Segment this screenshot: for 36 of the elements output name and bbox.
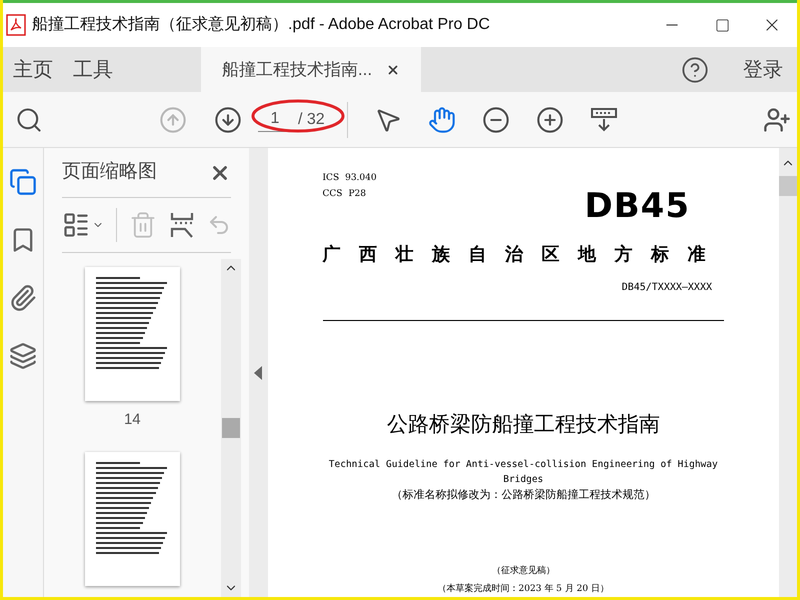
pages-icon[interactable] xyxy=(8,168,37,196)
tab-close-icon[interactable] xyxy=(386,62,400,76)
add-user-icon[interactable] xyxy=(763,106,791,134)
extract-page-icon[interactable] xyxy=(168,211,195,239)
ccs-code: P28 xyxy=(348,188,366,200)
scroll-thumb[interactable] xyxy=(222,418,240,438)
completion-date: （本草案完成时间：2023 年 5 月 20 日） xyxy=(436,582,610,596)
tab[interactable]: 工具 xyxy=(63,47,123,92)
ccs-label: CCS xyxy=(322,188,342,200)
page-thumbnail[interactable] xyxy=(84,267,180,401)
layers-icon[interactable] xyxy=(8,342,37,370)
sign-in-link[interactable]: 登录 xyxy=(743,54,783,84)
tab[interactable]: 主页 xyxy=(3,47,63,92)
list-options-icon[interactable] xyxy=(62,211,104,239)
page-thumbnail[interactable] xyxy=(84,452,180,586)
page-label: 14 xyxy=(124,410,141,430)
standard-number: DB45/TXXXX—XXXX xyxy=(622,281,712,295)
tab[interactable]: 船撞工程技术指南... xyxy=(201,47,421,92)
ics-label: ICS xyxy=(322,172,340,185)
scrollbar[interactable] xyxy=(220,259,241,597)
pdf-file-icon xyxy=(6,14,26,36)
scroll-thumb[interactable] xyxy=(779,176,797,196)
ics-code: 93.040 xyxy=(345,172,377,185)
panel-title: 页面缩略图 xyxy=(62,160,157,184)
document-title: 公路桥梁防船撞工程技术指南 xyxy=(386,411,661,438)
page-count: / 32 xyxy=(298,110,325,130)
standard-type: 广西壮族自治区地方标准 xyxy=(322,243,724,267)
page-number-field[interactable]: 1 xyxy=(258,107,292,132)
window-title: 船撞工程技术指南（征求意见初稿）.pdf - Adobe Acrobat Pro DC xyxy=(32,14,490,35)
draft-label: （征求意见稿） xyxy=(490,565,556,578)
paperclip-icon[interactable] xyxy=(8,284,37,312)
name-change-note: （标准名称拟修改为：公路桥梁防船撞工程技术规范） xyxy=(390,486,656,502)
collapse-arrow-icon[interactable] xyxy=(254,366,262,380)
help-icon[interactable] xyxy=(681,56,709,84)
english-title: Technical Guideline for Anti-vessel-collision Engineering of Highway Bridges xyxy=(328,458,719,486)
standard-code: DB45 xyxy=(584,189,690,223)
